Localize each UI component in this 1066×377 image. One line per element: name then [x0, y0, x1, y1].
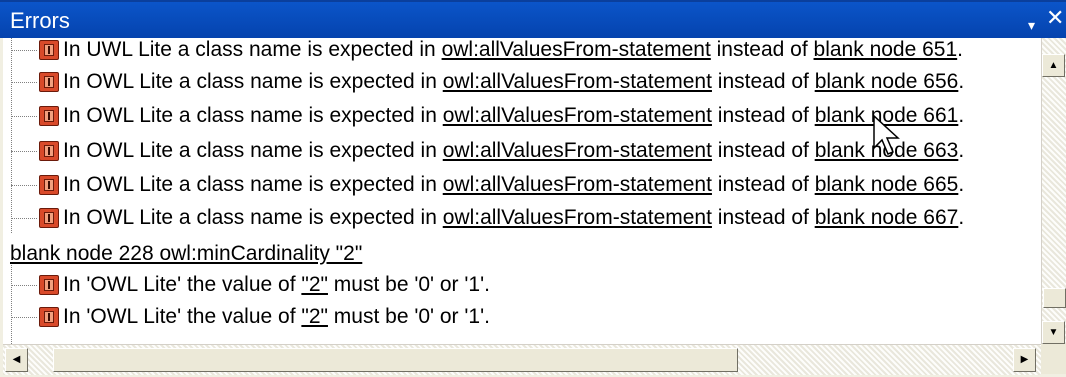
statement-link[interactable]: owl:allValuesFrom-statement — [443, 173, 712, 196]
row-message: In 'OWL Lite' the value of "2" must be '… — [63, 270, 490, 300]
message-text: . — [958, 70, 965, 93]
scrollbar-corner — [1041, 344, 1066, 374]
tree-connector — [11, 50, 37, 51]
scroll-up-button[interactable]: ▲ — [1042, 54, 1065, 77]
tree-connector — [11, 285, 37, 286]
error-icon — [39, 275, 59, 295]
tree-connector — [11, 317, 37, 318]
tree-connector — [11, 151, 37, 152]
message-text: In 'OWL Lite' the value of — [63, 273, 302, 296]
panel-menu-button[interactable]: ▾ — [1028, 13, 1035, 37]
vertical-scrollbar[interactable]: ▲ ▼ — [1041, 38, 1066, 344]
blank-node-link[interactable]: blank node 228 owl:minCardinality "2" — [10, 242, 362, 265]
message-text: In OWL Lite a class name is expected in — [63, 104, 443, 127]
row-message: In OWL Lite a class name is expected in … — [63, 67, 964, 97]
vertical-scroll-thumb[interactable] — [1043, 288, 1066, 308]
row-message: In 'OWL Lite' the value of "2" must be '… — [63, 302, 490, 332]
blank-node-link[interactable]: blank node 651 — [814, 38, 958, 61]
message-text: . — [958, 104, 965, 127]
statement-link[interactable]: owl:allValuesFrom-statement — [443, 70, 712, 93]
error-row[interactable]: In 'OWL Lite' the value of "2" must be '… — [3, 302, 1041, 332]
error-list: In UWL Lite a class name is expected in … — [3, 38, 1041, 344]
error-row[interactable]: In OWL Lite a class name is expected in … — [3, 67, 1041, 97]
message-text: instead of — [711, 70, 815, 93]
statement-link[interactable]: "2" — [301, 305, 328, 328]
error-icon — [39, 208, 59, 228]
scroll-left-button[interactable]: ◀ — [5, 348, 28, 372]
message-text: . — [957, 38, 964, 61]
error-icon — [39, 106, 59, 126]
row-message: In OWL Lite a class name is expected in … — [63, 203, 964, 233]
blank-node-link[interactable]: blank node 667 — [815, 206, 959, 229]
blank-node-link[interactable]: blank node 665 — [815, 173, 959, 196]
message-text: In OWL Lite a class name is expected in — [63, 70, 443, 93]
error-icon — [39, 175, 59, 195]
message-text: must be '0' or '1'. — [327, 273, 490, 296]
error-row[interactable]: In UWL Lite a class name is expected in … — [3, 38, 1041, 65]
message-text: In OWL Lite a class name is expected in — [63, 173, 443, 196]
message-text: In UWL Lite a class name is expected in — [63, 38, 442, 61]
panel-title: Errors — [10, 8, 70, 33]
scroll-right-button[interactable]: ▶ — [1013, 348, 1036, 372]
message-text: instead of — [711, 104, 815, 127]
error-row[interactable]: In 'OWL Lite' the value of "2" must be '… — [3, 270, 1041, 300]
close-icon[interactable]: ✕ — [1046, 6, 1064, 30]
blank-node-row[interactable]: blank node 228 owl:minCardinality "2" — [3, 239, 1041, 269]
row-message: In OWL Lite a class name is expected in … — [63, 101, 964, 131]
error-icon — [39, 141, 59, 161]
message-text: . — [958, 139, 965, 162]
message-text: instead of — [711, 173, 815, 196]
message-text: . — [958, 173, 965, 196]
blank-node-link[interactable]: blank node 656 — [815, 70, 959, 93]
horizontal-scrollbar[interactable]: ◀ ▶ — [3, 344, 1041, 375]
tree-connector — [11, 82, 37, 83]
message-text: instead of — [711, 139, 815, 162]
tree-connector — [11, 185, 37, 186]
statement-link[interactable]: owl:allValuesFrom-statement — [443, 139, 712, 162]
message-text: In OWL Lite a class name is expected in — [63, 139, 443, 162]
message-text: instead of — [711, 206, 815, 229]
error-icon — [39, 307, 59, 327]
scroll-down-button[interactable]: ▼ — [1042, 321, 1065, 344]
panel-titlebar: Errors ▾ ✕ — [0, 0, 1066, 38]
statement-link[interactable]: owl:allValuesFrom-statement — [443, 104, 712, 127]
error-row[interactable]: In OWL Lite a class name is expected in … — [3, 170, 1041, 200]
row-message: blank node 228 owl:minCardinality "2" — [10, 239, 362, 269]
statement-link[interactable]: "2" — [301, 273, 328, 296]
message-text: In OWL Lite a class name is expected in — [63, 206, 443, 229]
message-text: must be '0' or '1'. — [327, 305, 490, 328]
message-text: instead of — [710, 38, 814, 61]
error-row[interactable]: In OWL Lite a class name is expected in … — [3, 203, 1041, 233]
statement-link[interactable]: owl:allValuesFrom-statement — [442, 38, 711, 61]
tree-connector — [11, 218, 37, 219]
error-icon — [39, 40, 59, 60]
horizontal-scroll-thumb[interactable] — [53, 348, 738, 372]
row-message: In OWL Lite a class name is expected in … — [63, 170, 964, 200]
statement-link[interactable]: owl:allValuesFrom-statement — [443, 206, 712, 229]
message-text: In 'OWL Lite' the value of — [63, 305, 302, 328]
mouse-cursor-icon — [873, 114, 900, 155]
row-message: In OWL Lite a class name is expected in … — [63, 136, 964, 166]
row-message: In UWL Lite a class name is expected in … — [63, 38, 963, 65]
message-text: . — [958, 206, 965, 229]
error-icon — [39, 72, 59, 92]
tree-connector — [11, 116, 37, 117]
